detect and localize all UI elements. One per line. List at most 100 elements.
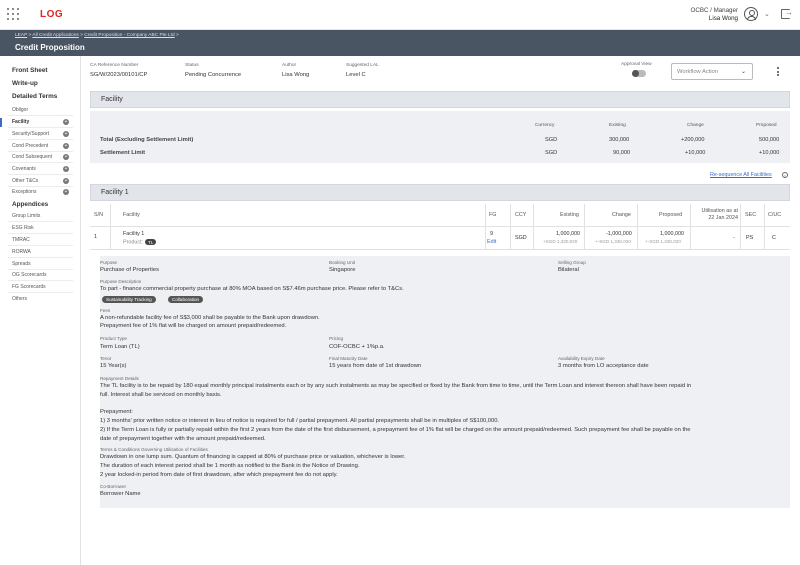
add-exceptions-icon[interactable]: + (63, 189, 69, 195)
col-change: Change (687, 123, 704, 128)
info-icon[interactable]: i (782, 172, 788, 178)
author-label: Author (282, 63, 297, 68)
booking-unit-value: Singapore (329, 267, 356, 273)
sidebar-item-covenants[interactable]: Covenants (12, 166, 36, 172)
product-type-value: Term Loan (TL) (100, 344, 140, 350)
cell-ccy: SGD (515, 235, 527, 241)
cell-facility-name[interactable]: Facility 1 (123, 231, 144, 237)
selling-group-label: Selling Group (558, 260, 586, 265)
sidebar-item-group-limits[interactable]: Group Limits (12, 213, 40, 219)
add-security-icon[interactable]: + (63, 131, 69, 137)
more-options-icon[interactable] (777, 67, 780, 78)
purpose-desc-label: Purpose Description (100, 279, 142, 284)
repayment-line-1: The TL facility is to be repaid by 180 e… (100, 383, 692, 389)
divider (8, 292, 73, 293)
top-bar: LOG OCBC / Manager Lisa Wong ⌄ (0, 0, 800, 30)
add-cond-precedent-icon[interactable]: + (63, 143, 69, 149)
availability-label: Availability Expiry Date (558, 356, 605, 361)
sidebar-item-fg-scorecards[interactable]: FG Scorecards (12, 284, 46, 290)
ca-ref-value: SG/W/2023/00101/CP (90, 72, 148, 78)
edit-fg-link[interactable]: Edit (487, 239, 496, 245)
sidebar: Front Sheet Write-up Detailed Terms Obli… (0, 56, 81, 565)
sidebar-item-others[interactable]: Others (12, 296, 27, 302)
cell-existing: 1,000,000 (556, 231, 580, 237)
tag-collaboration[interactable]: Collaboration (168, 296, 204, 303)
sidebar-item-spreads[interactable]: Spreads (12, 261, 31, 267)
approval-view-label: Approval View (621, 62, 652, 67)
facility-1-section-header[interactable]: Facility 1 (90, 184, 790, 201)
facility-section-header[interactable]: Facility (90, 91, 790, 108)
tnc-line-3: 2 year locked-in period from date of fir… (100, 472, 338, 478)
divider (8, 269, 73, 270)
summary-settlement-existing: 90,000 (613, 150, 631, 156)
th-utilisation-line1: Utilisation as at (701, 208, 738, 214)
status-value: Pending Concurrence (185, 72, 242, 78)
sidebar-item-front-sheet[interactable]: Front Sheet (12, 67, 48, 74)
sidebar-item-esg-risk[interactable]: ESG Risk (12, 225, 34, 231)
divider (8, 162, 73, 163)
th-utilisation: Utilisation as at 22 Jan 2024 (692, 208, 738, 222)
sidebar-item-cond-precedent[interactable]: Cond Precedent (12, 143, 48, 149)
avatar-icon[interactable] (744, 7, 758, 21)
th-proposed: Proposed (659, 212, 683, 218)
add-cond-subsequent-icon[interactable]: + (63, 154, 69, 160)
th-utilisation-line2: 22 Jan 2024 (708, 215, 738, 221)
sidebar-item-tmrac[interactable]: TMRAC (12, 237, 30, 243)
cell-cuc: C (772, 235, 776, 241)
sidebar-item-other-tcs[interactable]: Other T&Cs (12, 178, 38, 184)
main-content: CA Reference Number SG/W/2023/00101/CP S… (81, 56, 800, 565)
lal-value: Level C (346, 72, 366, 78)
chevron-down-icon[interactable]: ⌄ (764, 10, 770, 18)
repayment-label: Repayment Details (100, 376, 139, 381)
approval-view-toggle[interactable] (632, 70, 646, 77)
divider (8, 280, 73, 281)
sidebar-item-rorwa[interactable]: RORWA (12, 249, 31, 255)
ca-ref-label: CA Reference Number (90, 63, 139, 68)
add-covenants-icon[interactable]: + (63, 166, 69, 172)
workflow-action-select[interactable]: Workflow Action ⌄ (671, 63, 753, 80)
summary-settlement-currency: SGD (545, 150, 558, 156)
sidebar-item-og-scorecards[interactable]: OG Scorecards (12, 272, 46, 278)
tag-sustainability-tracking[interactable]: Sustainability Tracking (102, 296, 156, 303)
breadcrumb-all-credit-applications[interactable]: All Credit Applications (32, 33, 78, 38)
cell-sn: 1 (94, 234, 97, 240)
logout-icon[interactable] (781, 8, 793, 19)
divider (8, 115, 73, 116)
pricing-label: Pricing (329, 336, 344, 341)
summary-total-change: +200,000 (681, 137, 705, 143)
table-col-divider (740, 204, 741, 250)
logo[interactable]: LOG (40, 9, 63, 20)
product-type-label: Product Type (100, 336, 127, 341)
co-borrower-value: Borrower Name (100, 491, 141, 497)
add-other-tcs-icon[interactable]: + (63, 178, 69, 184)
divider (8, 139, 73, 140)
divider (8, 257, 73, 258)
chevron-down-icon: ⌄ (740, 69, 746, 75)
active-indicator (0, 118, 2, 127)
tnc-line-1: Drawdown in one lump sum. Quantum of fin… (100, 454, 406, 460)
sidebar-item-facility[interactable]: Facility (12, 119, 29, 125)
purpose-value: Purchase of Properties (100, 267, 159, 273)
sidebar-item-exceptions[interactable]: Exceptions (12, 189, 36, 195)
summary-total-proposed: 500,000 (759, 137, 780, 143)
resequence-link[interactable]: Re-sequence All Facilities (710, 172, 772, 178)
th-change: Change (612, 212, 631, 218)
selling-group-value: Bilateral (558, 267, 579, 273)
breadcrumb-credit-proposition[interactable]: Credit Proposition - Company ABC Pte Ltd (84, 33, 174, 38)
th-ccy: CCY (515, 212, 527, 218)
breadcrumb-leap[interactable]: LEAP (15, 33, 27, 38)
table-divider (90, 226, 790, 227)
sidebar-item-cond-subsequent[interactable]: Cond Subsequent (12, 154, 52, 160)
table-col-divider (485, 204, 486, 250)
sidebar-item-security-support[interactable]: Security/Support (12, 131, 49, 137)
app-grid-icon[interactable] (7, 8, 19, 20)
table-col-divider (637, 204, 638, 250)
add-facility-icon[interactable]: + (63, 119, 69, 125)
tenor-label: Tenor (100, 356, 112, 361)
sidebar-item-obligor[interactable]: Obligor (12, 107, 28, 113)
sidebar-item-detailed-terms[interactable]: Detailed Terms (12, 93, 57, 100)
sidebar-item-write-up[interactable]: Write-up (12, 80, 38, 87)
th-facility: Facility (123, 212, 140, 218)
th-sn: S/N (94, 212, 103, 218)
sidebar-item-appendices[interactable]: Appendices (12, 201, 48, 208)
